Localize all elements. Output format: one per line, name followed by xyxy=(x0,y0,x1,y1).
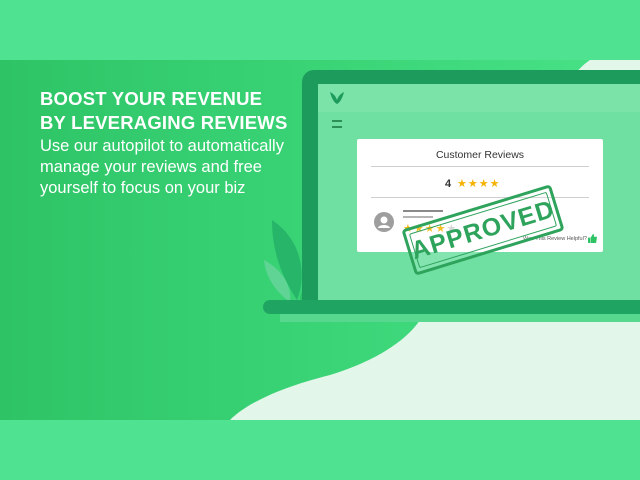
review-date-placeholder xyxy=(403,216,433,218)
reviewer-name-placeholder xyxy=(403,210,443,212)
laptop-base-shadow xyxy=(280,314,640,322)
browser-bar xyxy=(318,84,640,112)
thumbs-up-icon[interactable] xyxy=(588,234,597,243)
user-avatar-icon xyxy=(374,212,394,232)
laptop-base xyxy=(263,300,640,314)
divider xyxy=(371,166,589,167)
average-rating: 4 xyxy=(445,178,452,190)
divider xyxy=(371,197,589,198)
headline: BOOST YOUR REVENUE BY LEVERAGING REVIEWS xyxy=(40,88,288,133)
widget-title: Customer Reviews xyxy=(435,149,525,161)
menu-icon[interactable] xyxy=(332,120,342,128)
leaf-logo-icon xyxy=(330,92,344,104)
body-copy: Use our autopilot to automatically manag… xyxy=(40,137,284,197)
summary-stars: ★★★★ xyxy=(457,178,501,190)
